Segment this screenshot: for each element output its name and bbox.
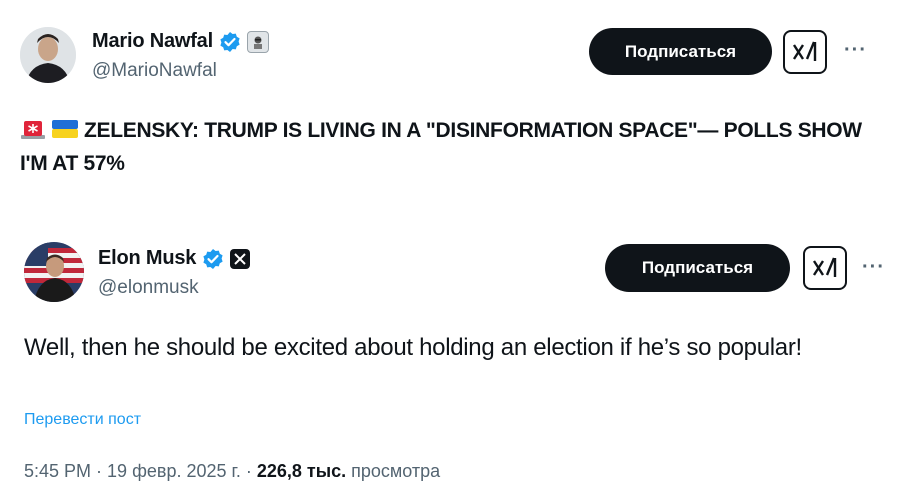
tweet-date[interactable]: 19 февр. 2025 г. [107, 461, 241, 482]
separator-dot: · [96, 461, 103, 481]
avatar[interactable] [24, 242, 84, 302]
subscribe-button[interactable]: Подписаться [605, 244, 790, 292]
author-name[interactable]: Elon Musk [98, 247, 196, 270]
verified-badge-icon[interactable] [219, 31, 241, 53]
separator-dot: · [245, 461, 252, 481]
rotating-light-icon [20, 117, 46, 139]
tweet-text: ZELENSKY: TRUMP IS LIVING IN A "DISINFOR… [20, 114, 880, 180]
tweet-text: Well, then he should be excited about ho… [24, 334, 802, 361]
avatar[interactable] [20, 27, 76, 83]
translate-post-link[interactable]: Перевести пост [24, 411, 141, 429]
more-options-button[interactable]: ··· [862, 257, 885, 277]
author-handle[interactable]: @elonmusk [98, 277, 199, 299]
author-handle[interactable]: @MarioNawfal [92, 60, 217, 82]
more-options-button[interactable]: ··· [844, 40, 867, 60]
views-count[interactable]: 226,8 тыс. [257, 461, 346, 482]
grok-button[interactable] [783, 30, 827, 74]
verified-badge-icon[interactable] [202, 248, 224, 270]
views-label: просмотра [351, 461, 441, 481]
subscribe-button[interactable]: Подписаться [589, 28, 772, 75]
tweet-time[interactable]: 5:45 PM [24, 461, 91, 482]
author-name[interactable]: Mario Nawfal [92, 30, 213, 53]
ukraine-flag-icon [52, 117, 78, 139]
tweet-body: ZELENSKY: TRUMP IS LIVING IN A "DISINFOR… [20, 119, 862, 175]
grok-icon [812, 257, 837, 277]
tweet-card-mario: Mario Nawfal @MarioNawfal Подписаться ··… [0, 0, 897, 211]
x-logo-icon[interactable] [230, 248, 251, 269]
grok-button[interactable] [803, 246, 847, 290]
grok-icon [792, 41, 817, 61]
affiliate-badge-icon[interactable] [246, 30, 269, 53]
tweet-meta: 5:45 PM · 19 февр. 2025 г. · 226,8 тыс. … [24, 461, 440, 482]
